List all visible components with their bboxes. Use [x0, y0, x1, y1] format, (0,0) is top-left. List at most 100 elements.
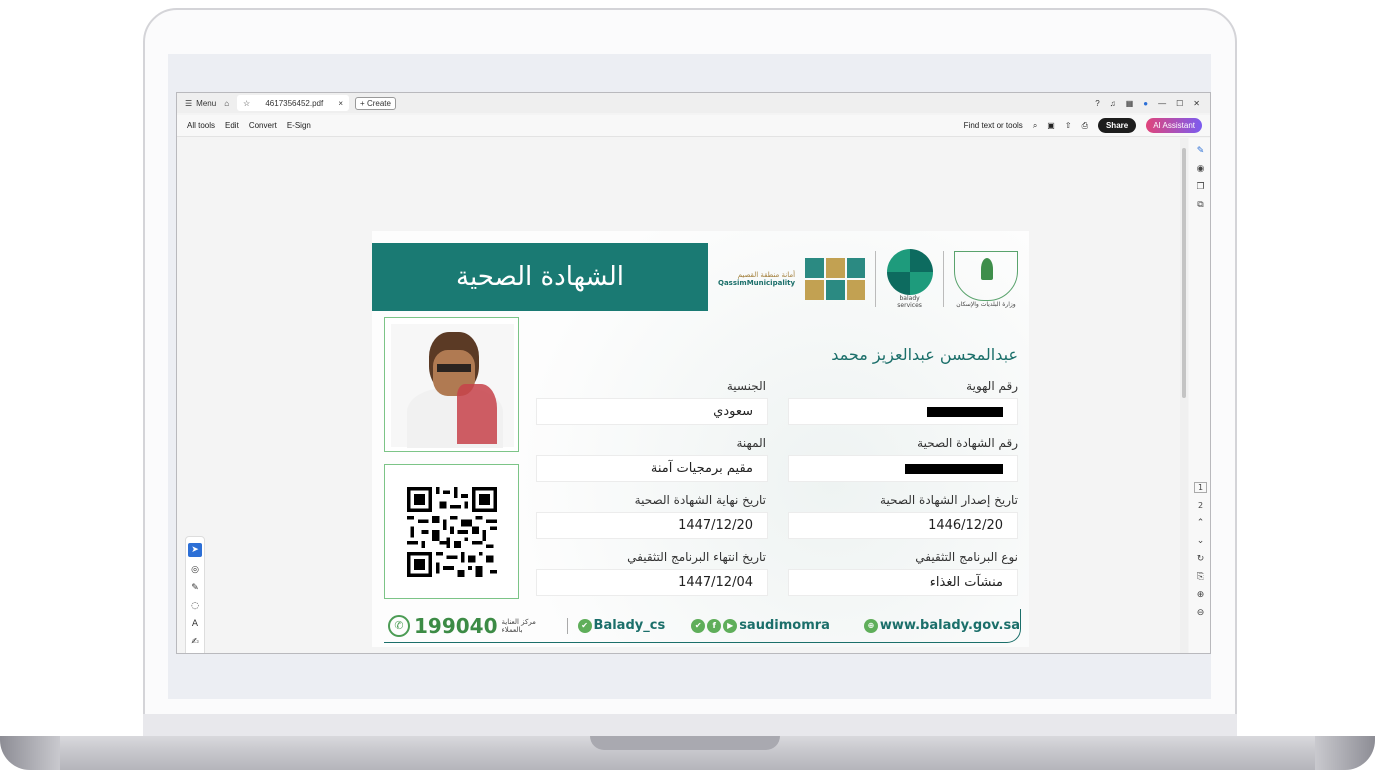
page-number-current[interactable]: 1 [1193, 482, 1208, 493]
help-icon[interactable]: ? [1095, 99, 1099, 108]
star-icon[interactable]: ☆ [243, 99, 250, 108]
text-box-icon[interactable]: A [192, 619, 198, 629]
phone-number: 199040 [414, 613, 498, 638]
create-label: Create [366, 98, 391, 108]
qassim-logo-english: QassimMunicipality [718, 279, 796, 287]
profile-icon[interactable]: ● [1143, 99, 1148, 108]
field-id-number [788, 398, 1018, 425]
zoom-out-icon[interactable]: ⊖ [1197, 608, 1205, 618]
qr-code [407, 487, 497, 577]
holder-name: عبدالمحسن عبدالعزيز محمد [831, 345, 1018, 364]
field-issue-date: 1446/12/20 [788, 512, 1018, 539]
minimize-button[interactable]: — [1158, 99, 1166, 108]
find-tools-label[interactable]: Find text or tools [964, 121, 1023, 130]
balady-logo-block: balady services [886, 249, 933, 309]
scrollbar-thumb[interactable] [1182, 148, 1186, 398]
upload-icon[interactable]: ⇧ [1065, 121, 1072, 130]
certificate-title: الشهادة الصحية [372, 243, 708, 311]
bell-icon[interactable]: ♫ [1110, 99, 1116, 108]
social-text: saudimomra [739, 618, 830, 633]
ministry-logo [953, 250, 1018, 301]
ministry-label: وزارة البلديات والإسكان [956, 300, 1016, 308]
qassim-municipality-logo: أمانة منطقة القصيم QassimMunicipality [718, 271, 795, 287]
menu-convert[interactable]: Convert [249, 121, 277, 130]
phone-block: ✆ 199040 [388, 614, 498, 638]
ai-assistant-button[interactable]: AI Assistant [1146, 118, 1202, 133]
menu-edit[interactable]: Edit [225, 121, 239, 130]
page-number-next[interactable]: 2 [1198, 501, 1203, 510]
menu-all-tools[interactable]: All tools [187, 121, 215, 130]
search-icon[interactable]: ⌕ [1033, 121, 1037, 131]
title-bar: ☰ Menu ⌂ ☆ 4617356452.pdf × + Create ? ♫… [177, 93, 1210, 113]
field-profession: مقيم برمجيات آمنة [536, 455, 768, 482]
website-block: ⊕ www.balady.gov.sa [863, 618, 1020, 633]
ministry-logo-block: وزارة البلديات والإسكان [953, 250, 1018, 308]
document-area: الشهادة الصحية أمانة منطقة القصيم Qassim… [177, 138, 1180, 653]
social-handle: ✔ f ▶ saudimomra [691, 618, 830, 633]
menu-bar: All tools Edit Convert E-Sign Find text … [177, 115, 1210, 137]
facebook-icon: f [707, 618, 722, 633]
select-tool-icon[interactable]: ➤ [188, 543, 202, 557]
apps-icon[interactable]: ▦ [1126, 99, 1134, 108]
maximize-button[interactable]: ☐ [1176, 99, 1183, 108]
chevron-up-icon[interactable]: ⌃ [1197, 518, 1205, 528]
certificate-redaction [905, 463, 1003, 474]
qassim-logo-arabic: أمانة منطقة القصيم [737, 271, 796, 279]
comment-tool-icon[interactable]: ◎ [191, 565, 199, 575]
pen-tool-icon[interactable]: ✎ [191, 583, 199, 593]
twitter-text: Balady_cs [593, 618, 666, 633]
page-fit-icon[interactable]: ⎘ [1197, 572, 1204, 582]
chevron-down-icon[interactable]: ⌄ [1197, 536, 1205, 546]
health-certificate: الشهادة الصحية أمانة منطقة القصيم Qassim… [372, 231, 1029, 647]
document-tab[interactable]: ☆ 4617356452.pdf × [237, 95, 350, 111]
label-nationality: الجنسية [726, 379, 766, 393]
logos-row: أمانة منطقة القصيم QassimMunicipality ba… [718, 239, 1018, 319]
field-nationality: سعودي [536, 398, 768, 425]
menu-button[interactable]: ☰ Menu [185, 99, 216, 108]
menu-label: Menu [196, 98, 217, 108]
laptop-base-notch [590, 736, 780, 750]
label-certificate-number: رقم الشهادة الصحية [917, 436, 1018, 450]
label-program-end: تاريخ انتهاء البرنامج التثقيفي [627, 550, 766, 564]
laptop-base-edge-left [0, 736, 60, 770]
laptop-base-edge-right [1315, 736, 1375, 770]
close-tab-icon[interactable]: × [338, 99, 343, 108]
edit-pdf-icon[interactable]: ✎ [1197, 146, 1205, 156]
vertical-scrollbar[interactable] [1180, 138, 1188, 653]
care-center-label: مركز العناية بالعملاء [502, 617, 568, 634]
menu-e-sign[interactable]: E-Sign [287, 121, 311, 130]
comment-icon[interactable]: ◉ [1197, 164, 1205, 174]
balady-label: balady [899, 295, 920, 302]
home-icon[interactable]: ⌂ [224, 99, 229, 108]
label-expiry-date: تاريخ نهاية الشهادة الصحية [634, 493, 766, 507]
field-program-type: منشآت الغذاء [788, 569, 1018, 596]
pages-icon[interactable]: ⧉ [1197, 200, 1203, 210]
id-redaction [927, 406, 1003, 417]
close-window-button[interactable]: ✕ [1193, 99, 1200, 108]
left-toolbar: ➤ ◎ ✎ ◌ A ✍ … [185, 536, 205, 653]
zoom-in-icon[interactable]: ⊕ [1197, 590, 1205, 600]
certificate-footer: ✆ 199040 مركز العناية بالعملاء ✔ Balady_… [384, 609, 1021, 643]
create-button[interactable]: + Create [355, 96, 396, 110]
print-icon[interactable]: ⎙ [1082, 121, 1088, 131]
signature-icon[interactable]: ✍ [191, 637, 199, 647]
share-button[interactable]: Share [1097, 118, 1137, 133]
website-text: www.balady.gov.sa [879, 618, 1020, 633]
holder-photo [391, 324, 514, 448]
youtube-icon: ▶ [723, 618, 738, 633]
hamburger-icon: ☰ [185, 98, 193, 108]
field-certificate-number [788, 455, 1018, 482]
label-profession: المهنة [736, 436, 766, 450]
twitter-handle: ✔ Balady_cs [577, 618, 666, 633]
label-program-type: نوع البرنامج التثقيفي [915, 550, 1018, 564]
pdf-viewer-window: ☰ Menu ⌂ ☆ 4617356452.pdf × + Create ? ♫… [176, 92, 1211, 654]
lasso-tool-icon[interactable]: ◌ [191, 601, 199, 611]
twitter-icon: ✔ [691, 618, 706, 633]
qr-frame [384, 464, 519, 599]
phone-icon: ✆ [388, 614, 410, 637]
refresh-icon[interactable]: ↻ [1197, 554, 1205, 564]
save-icon[interactable]: ▣ [1047, 121, 1055, 130]
tab-title: 4617356452.pdf [265, 98, 324, 108]
bookmark-icon[interactable]: ❐ [1196, 182, 1204, 192]
label-issue-date: تاريخ إصدار الشهادة الصحية [880, 493, 1018, 507]
